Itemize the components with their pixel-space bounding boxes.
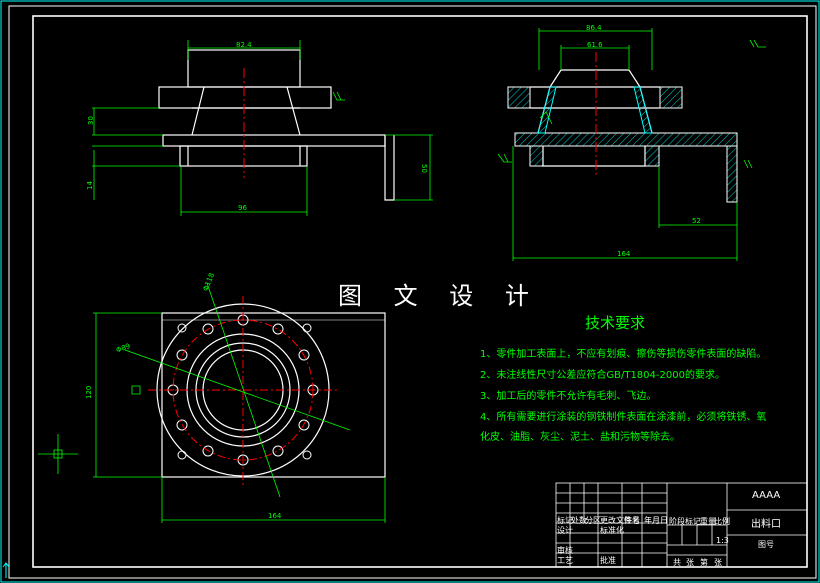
role-standard: 标准化 xyxy=(600,526,624,535)
role-process: 工艺 xyxy=(557,556,573,565)
ratio-label: 比例 xyxy=(714,517,730,526)
section-view xyxy=(507,69,738,203)
dim-plan-height: 120 xyxy=(85,386,93,399)
dim-front-right: 50 xyxy=(420,164,428,173)
scale-value: 1:3 xyxy=(716,536,729,545)
row-label-zone: 分区 xyxy=(585,516,601,525)
sheet-total-unit: 张 xyxy=(686,558,694,567)
dim-plan-width: 164 xyxy=(268,512,282,520)
requirement-2: 2、未注线性尺寸公差应符合GB/T1804-2000的要求。 xyxy=(480,370,725,381)
sheet-total: 共 xyxy=(673,558,681,567)
dim-section-total: 164 xyxy=(617,250,631,258)
dim-front-left: 30 xyxy=(87,116,95,125)
plan-dims xyxy=(38,282,386,523)
requirement-1: 1、零件加工表面上，不应有划痕、擦伤等损伤零件表面的缺陷。 xyxy=(480,349,767,360)
watermark-banner: 图 文 设 计 xyxy=(338,282,541,310)
requirement-4: 4、所有需要进行涂装的钢铁制件表面在涂漆前，必须将铁锈、氧 xyxy=(480,412,767,423)
role-design: 设计 xyxy=(557,526,573,535)
drawing-number-label: 图号 xyxy=(758,540,774,549)
dim-section-inner: 61.6 xyxy=(587,41,603,49)
stage-label: 阶段标记 xyxy=(669,517,701,526)
dim-front-small: 14 xyxy=(86,181,94,190)
drawing-code: AAAA xyxy=(752,490,781,501)
dim-section-outer: 86.4 xyxy=(586,24,602,32)
row-label-sign: 签名 xyxy=(624,516,640,525)
role-approve: 批准 xyxy=(600,556,616,565)
requirement-4-cont: 化皮、油脂、灰尘、泥土、盐和污物等除去。 xyxy=(480,432,680,443)
front-view-dims xyxy=(92,40,433,216)
dim-front-top: 82.4 xyxy=(236,41,252,49)
dim-front-base: 96 xyxy=(238,204,247,212)
part-name: 出料口 xyxy=(751,519,781,530)
front-view xyxy=(158,49,395,201)
technical-requirements-title: 技术要求 xyxy=(585,314,646,332)
ucs-mark xyxy=(2,562,10,578)
dim-plan-bolt-circle: Φ118 xyxy=(202,272,216,292)
plan-corner-holes xyxy=(177,323,312,460)
sheet-no: 第 xyxy=(700,558,708,567)
sheet-no-unit: 张 xyxy=(714,558,722,567)
dim-plan-bore: Φ89 xyxy=(115,342,131,354)
requirement-3: 3、加工后的零件不允许有毛刺、飞边。 xyxy=(480,391,657,402)
dim-section-right: 52 xyxy=(692,217,701,225)
row-label-date: 年月日 xyxy=(644,516,668,525)
